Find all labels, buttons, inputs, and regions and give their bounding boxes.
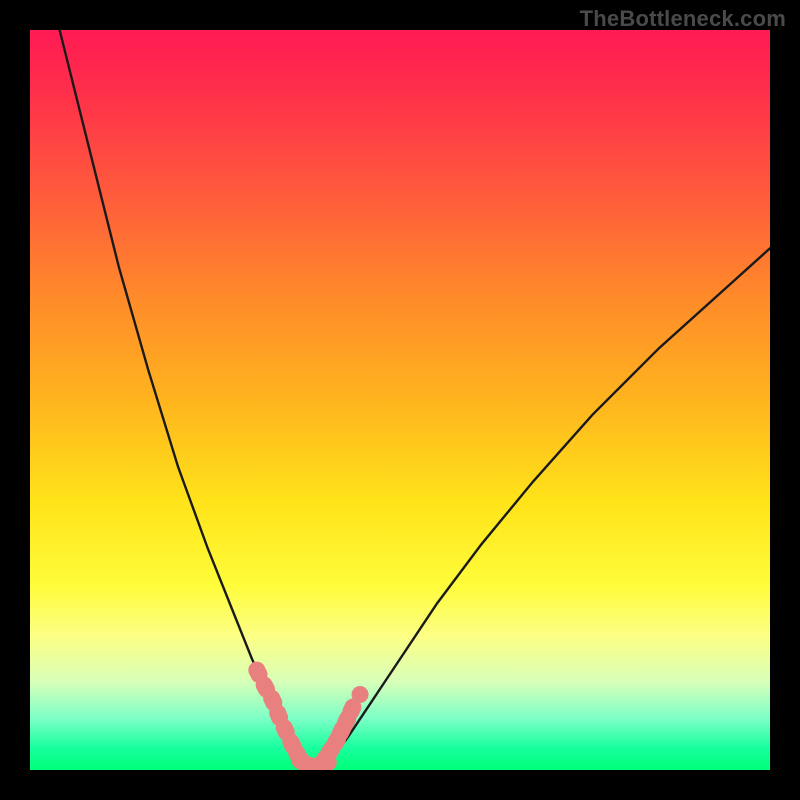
chart-stage: TheBottleneck.com bbox=[0, 0, 800, 800]
curve-layer bbox=[30, 30, 770, 770]
marker-group bbox=[245, 659, 368, 770]
plot-area bbox=[30, 30, 770, 770]
attribution-text: TheBottleneck.com bbox=[580, 6, 786, 32]
right-curve bbox=[333, 248, 770, 756]
curve-marker-dot bbox=[352, 686, 369, 703]
left-curve bbox=[60, 30, 303, 761]
